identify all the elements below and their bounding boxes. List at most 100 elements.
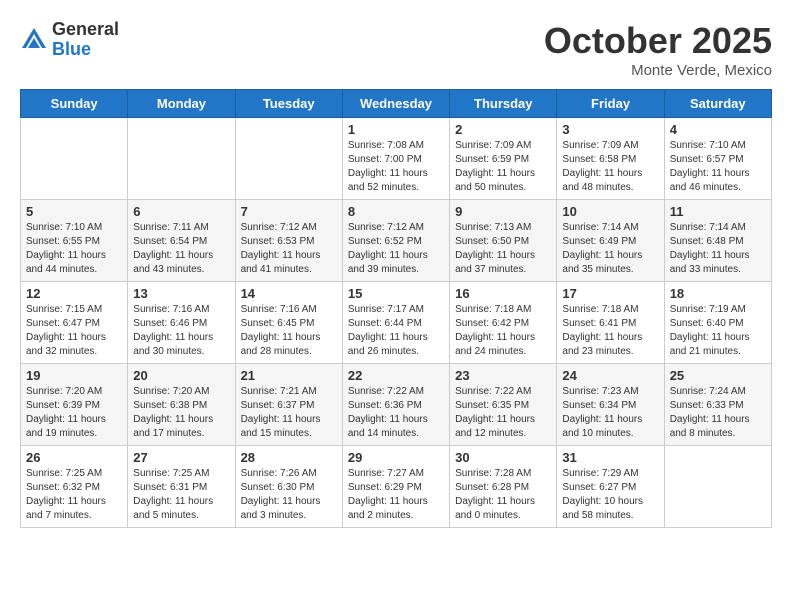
day-info: Sunrise: 7:10 AM Sunset: 6:55 PM Dayligh… bbox=[26, 221, 122, 277]
empty-day-cell bbox=[664, 446, 771, 528]
day-info: Sunrise: 7:11 AM Sunset: 6:54 PM Dayligh… bbox=[133, 221, 229, 277]
calendar-week-row: 26Sunrise: 7:25 AM Sunset: 6:32 PM Dayli… bbox=[21, 446, 772, 528]
day-number: 6 bbox=[133, 204, 229, 219]
day-info: Sunrise: 7:27 AM Sunset: 6:29 PM Dayligh… bbox=[348, 467, 444, 523]
day-number: 16 bbox=[455, 286, 551, 301]
calendar-day-cell: 20 Sunrise: 7:20 AM Sunset: 6:38 PM Dayli… bbox=[128, 364, 235, 446]
day-info: Sunrise: 7:13 AM Sunset: 6:50 PM Dayligh… bbox=[455, 221, 551, 277]
day-info: Sunrise: 7:22 AM Sunset: 6:35 PM Dayligh… bbox=[455, 385, 551, 441]
day-info: Sunrise: 7:15 AM Sunset: 6:47 PM Dayligh… bbox=[26, 303, 122, 359]
day-info: Sunrise: 7:08 AM Sunset: 7:00 PM Dayligh… bbox=[348, 139, 444, 195]
calendar-day-cell: 13Sunrise: 7:16 AM Sunset: 6:46 PM Dayli… bbox=[128, 282, 235, 364]
day-info: Sunrise: 7:20 AM Sunset: 6:38 PM Dayligh… bbox=[133, 385, 229, 441]
day-number: 21 bbox=[241, 368, 337, 383]
day-number: 7 bbox=[241, 204, 337, 219]
day-of-week-header: Saturday bbox=[664, 90, 771, 118]
day-info: Sunrise: 7:22 AM Sunset: 6:36 PM Dayligh… bbox=[348, 385, 444, 441]
calendar-day-cell: 15 Sunrise: 7:17 AM Sunset: 6:44 PM Dayli… bbox=[342, 282, 449, 364]
day-number: 25 bbox=[670, 368, 766, 383]
calendar-day-cell: 5 Sunrise: 7:10 AM Sunset: 6:55 PM Daylig… bbox=[21, 200, 128, 282]
day-info: Sunrise: 7:29 AM Sunset: 6:27 PM Dayligh… bbox=[562, 467, 658, 523]
day-info: Sunrise: 7:25 AM Sunset: 6:32 PM Dayligh… bbox=[26, 467, 122, 523]
location-subtitle: Monte Verde, Mexico bbox=[544, 62, 772, 79]
day-info: Sunrise: 7:14 AM Sunset: 6:49 PM Dayligh… bbox=[562, 221, 658, 277]
calendar-day-cell: 2 Sunrise: 7:09 AM Sunset: 6:59 PM Daylig… bbox=[450, 118, 557, 200]
calendar-week-row: 12 Sunrise: 7:15 AM Sunset: 6:47 PM Dayli… bbox=[21, 282, 772, 364]
calendar-table: SundayMondayTuesdayWednesdayThursdayFrid… bbox=[20, 89, 772, 528]
logo-general-text: General bbox=[52, 20, 119, 40]
day-info: Sunrise: 7:25 AM Sunset: 6:31 PM Dayligh… bbox=[133, 467, 229, 523]
calendar-day-cell: 19Sunrise: 7:20 AM Sunset: 6:39 PM Dayli… bbox=[21, 364, 128, 446]
day-of-week-header: Friday bbox=[557, 90, 664, 118]
day-info: Sunrise: 7:19 AM Sunset: 6:40 PM Dayligh… bbox=[670, 303, 766, 359]
logo: General Blue bbox=[20, 20, 119, 60]
calendar-day-cell: 18 Sunrise: 7:19 AM Sunset: 6:40 PM Dayli… bbox=[664, 282, 771, 364]
day-number: 23 bbox=[455, 368, 551, 383]
calendar-day-cell: 7 Sunrise: 7:12 AM Sunset: 6:53 PM Daylig… bbox=[235, 200, 342, 282]
day-number: 24 bbox=[562, 368, 658, 383]
day-number: 4 bbox=[670, 122, 766, 137]
day-info: Sunrise: 7:18 AM Sunset: 6:42 PM Dayligh… bbox=[455, 303, 551, 359]
day-number: 2 bbox=[455, 122, 551, 137]
calendar-day-cell: 14Sunrise: 7:16 AM Sunset: 6:45 PM Dayli… bbox=[235, 282, 342, 364]
day-info: Sunrise: 7:28 AM Sunset: 6:28 PM Dayligh… bbox=[455, 467, 551, 523]
calendar-day-cell: 26Sunrise: 7:25 AM Sunset: 6:32 PM Dayli… bbox=[21, 446, 128, 528]
calendar-day-cell: 22 Sunrise: 7:22 AM Sunset: 6:36 PM Dayli… bbox=[342, 364, 449, 446]
day-info: Sunrise: 7:09 AM Sunset: 6:58 PM Dayligh… bbox=[562, 139, 658, 195]
empty-day-cell bbox=[21, 118, 128, 200]
day-info: Sunrise: 7:24 AM Sunset: 6:33 PM Dayligh… bbox=[670, 385, 766, 441]
day-of-week-header: Wednesday bbox=[342, 90, 449, 118]
day-number: 5 bbox=[26, 204, 122, 219]
calendar-day-cell: 25 Sunrise: 7:24 AM Sunset: 6:33 PM Dayli… bbox=[664, 364, 771, 446]
calendar-week-row: 19Sunrise: 7:20 AM Sunset: 6:39 PM Dayli… bbox=[21, 364, 772, 446]
title-block: October 2025 Monte Verde, Mexico bbox=[544, 20, 772, 79]
day-number: 29 bbox=[348, 450, 444, 465]
calendar-week-row: 1 Sunrise: 7:08 AM Sunset: 7:00 PM Daylig… bbox=[21, 118, 772, 200]
calendar-header: SundayMondayTuesdayWednesdayThursdayFrid… bbox=[21, 90, 772, 118]
day-info: Sunrise: 7:20 AM Sunset: 6:39 PM Dayligh… bbox=[26, 385, 122, 441]
calendar-day-cell: 3 Sunrise: 7:09 AM Sunset: 6:58 PM Daylig… bbox=[557, 118, 664, 200]
day-number: 28 bbox=[241, 450, 337, 465]
logo-blue-text: Blue bbox=[52, 40, 119, 60]
day-number: 15 bbox=[348, 286, 444, 301]
calendar-day-cell: 27Sunrise: 7:25 AM Sunset: 6:31 PM Dayli… bbox=[128, 446, 235, 528]
day-info: Sunrise: 7:14 AM Sunset: 6:48 PM Dayligh… bbox=[670, 221, 766, 277]
calendar-day-cell: 23 Sunrise: 7:22 AM Sunset: 6:35 PM Dayli… bbox=[450, 364, 557, 446]
calendar-day-cell: 8Sunrise: 7:12 AM Sunset: 6:52 PM Daylig… bbox=[342, 200, 449, 282]
day-number: 3 bbox=[562, 122, 658, 137]
days-of-week-row: SundayMondayTuesdayWednesdayThursdayFrid… bbox=[21, 90, 772, 118]
day-number: 30 bbox=[455, 450, 551, 465]
day-number: 18 bbox=[670, 286, 766, 301]
day-number: 12 bbox=[26, 286, 122, 301]
calendar-day-cell: 21Sunrise: 7:21 AM Sunset: 6:37 PM Dayli… bbox=[235, 364, 342, 446]
day-number: 20 bbox=[133, 368, 229, 383]
calendar-day-cell: 12 Sunrise: 7:15 AM Sunset: 6:47 PM Dayli… bbox=[21, 282, 128, 364]
logo-text: General Blue bbox=[52, 20, 119, 60]
day-info: Sunrise: 7:18 AM Sunset: 6:41 PM Dayligh… bbox=[562, 303, 658, 359]
calendar-day-cell: 16 Sunrise: 7:18 AM Sunset: 6:42 PM Dayli… bbox=[450, 282, 557, 364]
calendar-day-cell: 1 Sunrise: 7:08 AM Sunset: 7:00 PM Daylig… bbox=[342, 118, 449, 200]
day-number: 17 bbox=[562, 286, 658, 301]
day-info: Sunrise: 7:12 AM Sunset: 6:53 PM Dayligh… bbox=[241, 221, 337, 277]
calendar-body: 1 Sunrise: 7:08 AM Sunset: 7:00 PM Daylig… bbox=[21, 118, 772, 528]
calendar-day-cell: 30 Sunrise: 7:28 AM Sunset: 6:28 PM Dayli… bbox=[450, 446, 557, 528]
day-number: 31 bbox=[562, 450, 658, 465]
calendar-day-cell: 28 Sunrise: 7:26 AM Sunset: 6:30 PM Dayli… bbox=[235, 446, 342, 528]
calendar-day-cell: 17 Sunrise: 7:18 AM Sunset: 6:41 PM Dayli… bbox=[557, 282, 664, 364]
page-header: General Blue October 2025 Monte Verde, M… bbox=[20, 20, 772, 79]
calendar-day-cell: 11Sunrise: 7:14 AM Sunset: 6:48 PM Dayli… bbox=[664, 200, 771, 282]
day-info: Sunrise: 7:16 AM Sunset: 6:45 PM Dayligh… bbox=[241, 303, 337, 359]
empty-day-cell bbox=[128, 118, 235, 200]
day-number: 9 bbox=[455, 204, 551, 219]
calendar-day-cell: 10Sunrise: 7:14 AM Sunset: 6:49 PM Dayli… bbox=[557, 200, 664, 282]
day-info: Sunrise: 7:26 AM Sunset: 6:30 PM Dayligh… bbox=[241, 467, 337, 523]
day-of-week-header: Monday bbox=[128, 90, 235, 118]
calendar-day-cell: 29 Sunrise: 7:27 AM Sunset: 6:29 PM Dayli… bbox=[342, 446, 449, 528]
calendar-day-cell: 24Sunrise: 7:23 AM Sunset: 6:34 PM Dayli… bbox=[557, 364, 664, 446]
calendar-week-row: 5 Sunrise: 7:10 AM Sunset: 6:55 PM Daylig… bbox=[21, 200, 772, 282]
day-info: Sunrise: 7:17 AM Sunset: 6:44 PM Dayligh… bbox=[348, 303, 444, 359]
day-number: 1 bbox=[348, 122, 444, 137]
day-info: Sunrise: 7:09 AM Sunset: 6:59 PM Dayligh… bbox=[455, 139, 551, 195]
day-number: 22 bbox=[348, 368, 444, 383]
day-info: Sunrise: 7:12 AM Sunset: 6:52 PM Dayligh… bbox=[348, 221, 444, 277]
